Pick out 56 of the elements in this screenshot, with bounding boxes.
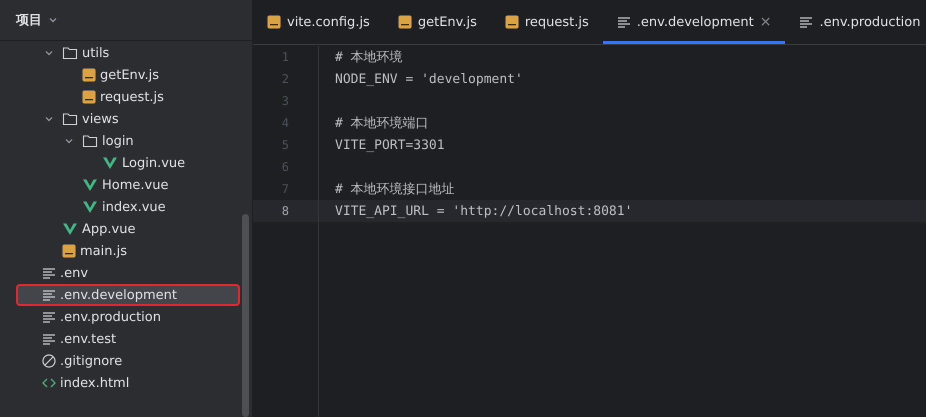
- editor-tab[interactable]: request.js: [490, 0, 603, 44]
- js-file-icon: [62, 244, 76, 258]
- code-file-icon: [42, 376, 56, 390]
- js-file-icon: [504, 15, 519, 29]
- vue-file-icon: [82, 178, 98, 192]
- chevron-down-icon[interactable]: [44, 48, 54, 58]
- tree-item[interactable]: .gitignore: [16, 350, 240, 372]
- js-file-icon: [398, 15, 412, 29]
- tree-item[interactable]: Login.vue: [16, 152, 240, 174]
- text-file-icon: [42, 333, 56, 345]
- tree-item[interactable]: .env.development: [16, 284, 240, 306]
- code-line: # 本地环境接口地址: [334, 181, 455, 198]
- editor-tab[interactable]: vite.config.js: [253, 0, 384, 44]
- tree-item[interactable]: App.vue: [16, 218, 240, 240]
- tree-item[interactable]: getEnv.js: [16, 64, 240, 86]
- scrollbar[interactable]: [242, 214, 249, 417]
- tree-item[interactable]: utils: [16, 42, 240, 64]
- tree-item[interactable]: views: [16, 108, 240, 130]
- code-line: VITE_API_URL = 'http://localhost:8081': [334, 204, 632, 218]
- line-number: 8: [280, 204, 289, 218]
- text-file-icon: [799, 16, 814, 28]
- chevron-down-icon[interactable]: [48, 15, 58, 25]
- ignore-file-icon: [42, 354, 56, 368]
- js-file-icon: [267, 15, 281, 29]
- folder-icon: [82, 134, 98, 148]
- tree-item[interactable]: index.html: [16, 372, 240, 394]
- code-line: # 本地环境端口: [334, 115, 429, 132]
- tree-item[interactable]: index.vue: [16, 196, 240, 218]
- editor-tab[interactable]: getEnv.js: [384, 0, 491, 44]
- tree-item[interactable]: request.js: [16, 86, 240, 108]
- folder-icon: [62, 46, 78, 60]
- vue-file-icon: [82, 200, 98, 214]
- chevron-down-icon[interactable]: [64, 136, 74, 146]
- code-line: # 本地环境: [334, 49, 403, 66]
- vue-file-icon: [102, 156, 118, 170]
- text-file-icon: [42, 311, 56, 323]
- code-line: NODE_ENV = 'development': [334, 72, 523, 86]
- chevron-down-icon[interactable]: [44, 114, 54, 124]
- tree-item[interactable]: login: [16, 130, 240, 152]
- tree-item[interactable]: .env.test: [16, 328, 240, 350]
- editor-tab[interactable]: .env.development ×: [602, 0, 786, 44]
- editor-tab[interactable]: .env.production: [785, 0, 926, 44]
- panel-title[interactable]: 项目: [16, 11, 42, 29]
- tree-item[interactable]: .env: [16, 262, 240, 284]
- code-line: VITE_PORT=3301: [334, 138, 445, 152]
- js-file-icon: [82, 68, 96, 82]
- tree-item[interactable]: Home.vue: [16, 174, 240, 196]
- text-file-icon: [616, 16, 631, 28]
- text-file-icon: [42, 267, 56, 279]
- tree-item[interactable]: main.js: [16, 240, 240, 262]
- js-file-icon: [82, 90, 96, 104]
- vue-file-icon: [62, 222, 78, 236]
- close-icon[interactable]: ×: [760, 14, 772, 30]
- folder-icon: [62, 112, 78, 126]
- text-file-icon: [42, 289, 56, 301]
- tree-item[interactable]: .env.production: [16, 306, 240, 328]
